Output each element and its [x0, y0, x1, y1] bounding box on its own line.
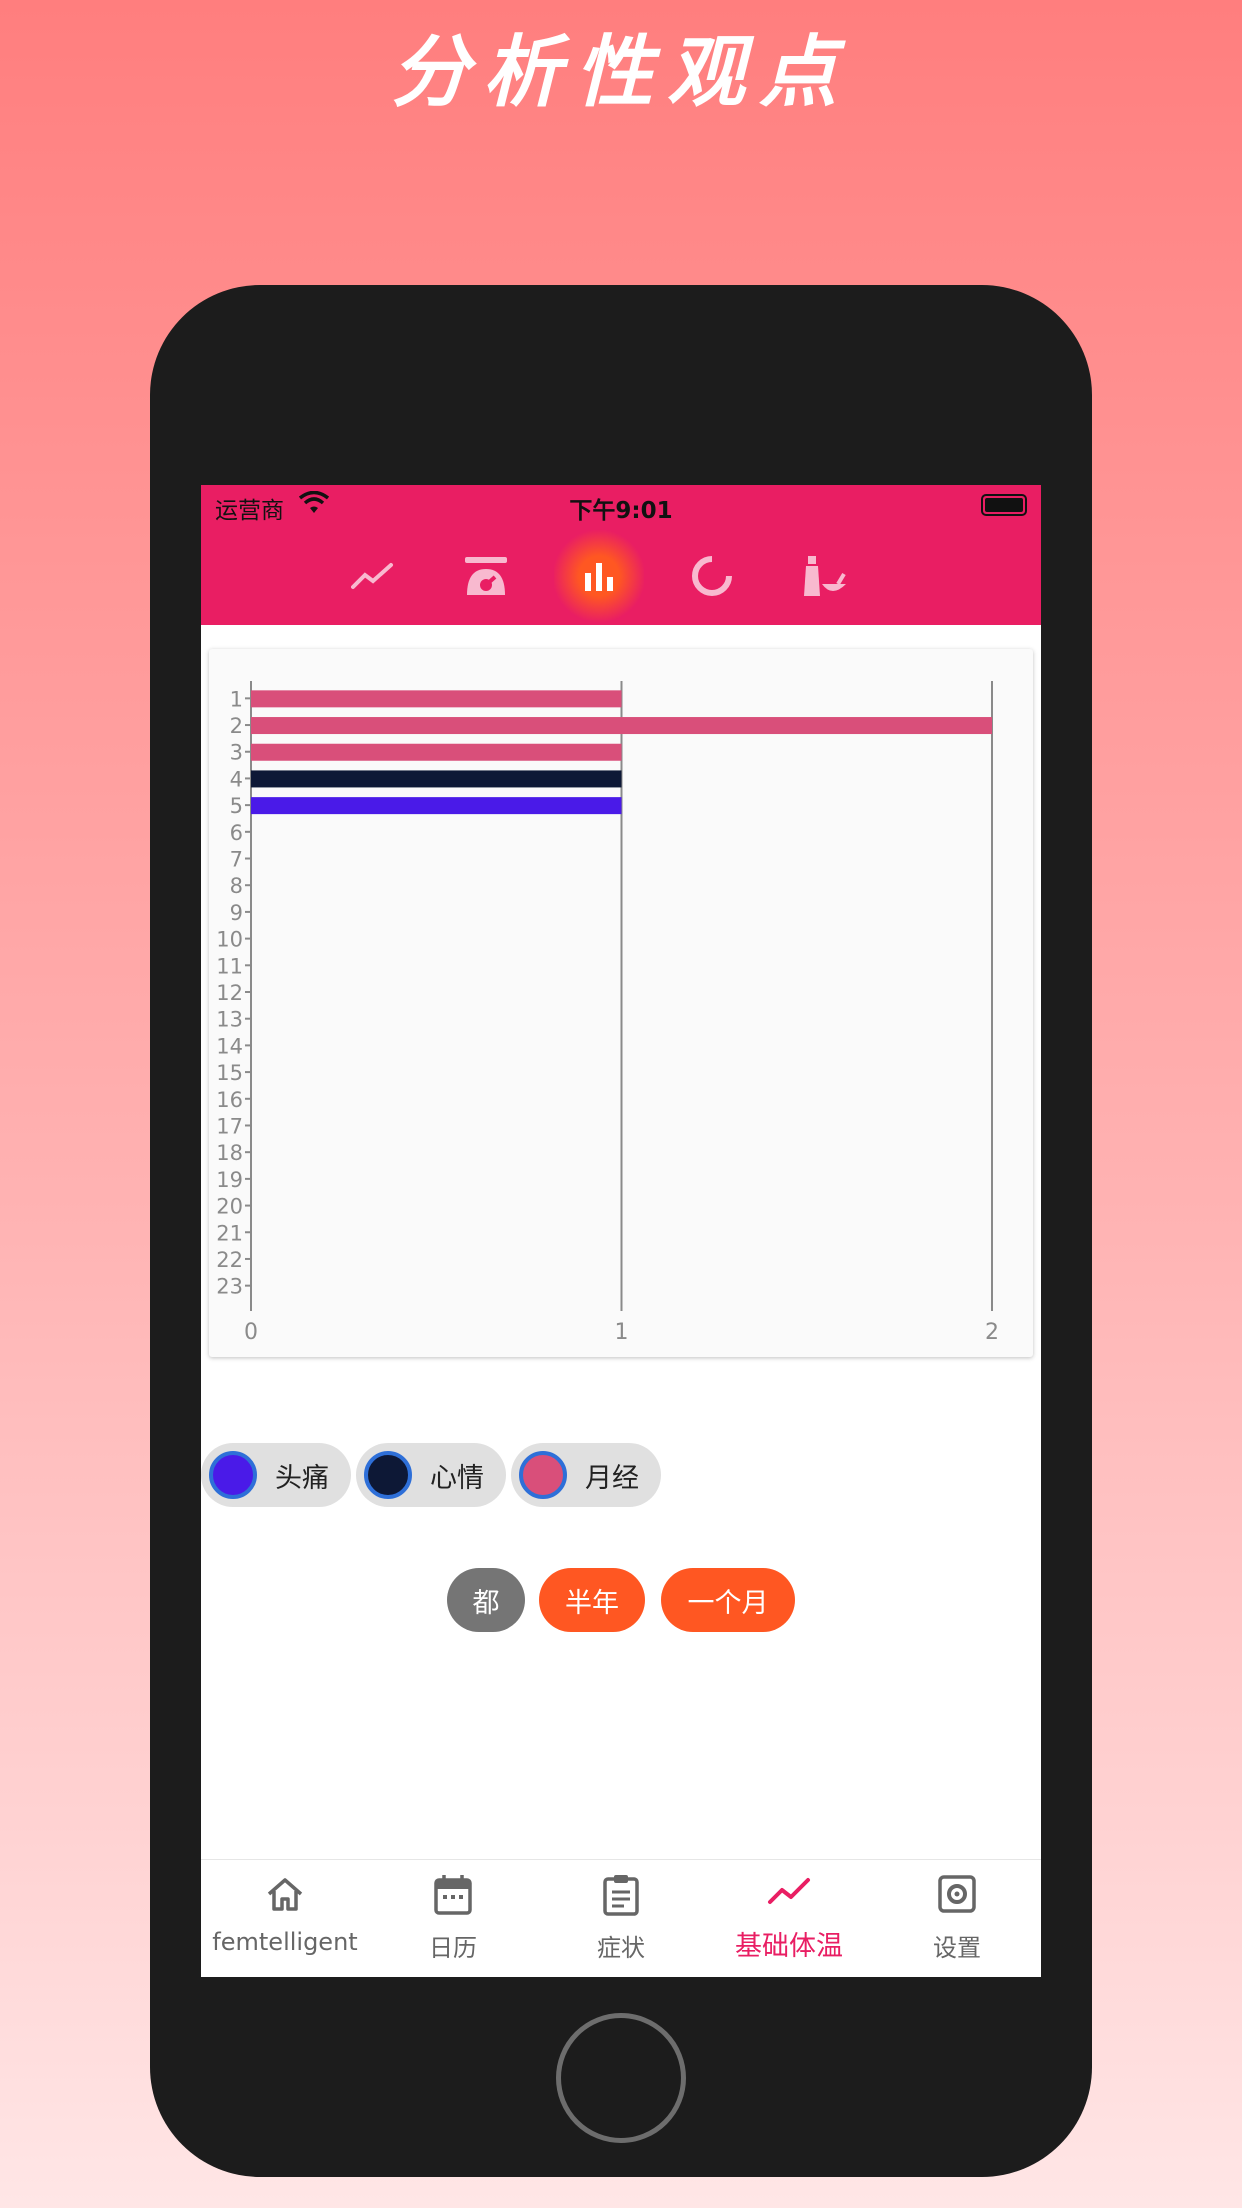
- nav-bbt[interactable]: 基础体温: [705, 1860, 873, 1977]
- chip-mood[interactable]: 心情: [356, 1443, 506, 1507]
- app-screen: 运营商 下午9:01 0121234567 8 9 10 11 12 13 14…: [201, 485, 1041, 1977]
- trend-icon: [768, 1878, 810, 1904]
- phone-frame: 运营商 下午9:01 0121234567 8 9 10 11 12 13 14…: [150, 285, 1092, 2177]
- calendar-icon: [434, 1875, 472, 1915]
- y-tick-label: 18: [216, 1141, 243, 1165]
- bar: [251, 690, 622, 708]
- chip-headache[interactable]: 头痛: [201, 1443, 351, 1507]
- y-tick-label: 5: [230, 794, 243, 818]
- bottom-nav: femtelligent 日历 症状 基础体温 设置: [201, 1859, 1041, 1977]
- y-tick-label: 23: [216, 1275, 243, 1299]
- chip-period[interactable]: 月经: [511, 1443, 661, 1507]
- tab-bottle[interactable]: [780, 527, 870, 625]
- y-tick-label: 14: [216, 1034, 243, 1058]
- bar: [251, 717, 992, 735]
- y-tick-label: 7: [230, 848, 243, 872]
- battery-icon: [981, 494, 1027, 516]
- y-tick-label: 17: [216, 1114, 243, 1138]
- bar: [251, 770, 622, 788]
- chip-label: 头痛: [275, 1462, 329, 1494]
- nav-calendar[interactable]: 日历: [369, 1860, 537, 1977]
- nav-settings-label: 设置: [933, 1934, 981, 1962]
- y-tick-label: 20: [216, 1195, 243, 1219]
- x-tick-label: 0: [244, 1320, 258, 1345]
- nav-symptoms-label: 症状: [597, 1934, 645, 1962]
- nav-home[interactable]: femtelligent: [201, 1860, 369, 1977]
- tab-bar-chart[interactable]: [554, 527, 644, 625]
- nav-calendar-label: 日历: [429, 1934, 477, 1962]
- bar-chart-icon: [585, 563, 613, 591]
- y-tick-label: 9: [230, 901, 243, 925]
- status-bar: 运营商 下午9:01: [201, 485, 1041, 527]
- clipboard-icon: [603, 1875, 639, 1916]
- y-tick-label: 1: [230, 687, 243, 711]
- range-all-button[interactable]: 都: [447, 1568, 525, 1632]
- nav-home-label: femtelligent: [212, 1928, 358, 1956]
- y-tick-label: 2: [230, 714, 243, 738]
- x-tick-label: 1: [615, 1320, 629, 1345]
- y-tick-label: 10: [216, 928, 243, 952]
- line-chart-icon: [351, 563, 393, 589]
- home-icon: [267, 1878, 303, 1911]
- donut-chart-icon: [692, 556, 732, 596]
- chip-label: 心情: [430, 1462, 484, 1494]
- y-tick-label: 15: [216, 1061, 243, 1085]
- settings-icon: [938, 1875, 976, 1913]
- x-tick-label: 2: [985, 1320, 999, 1345]
- range-half-year-button[interactable]: 半年: [539, 1568, 645, 1632]
- y-tick-label: 16: [216, 1088, 243, 1112]
- chip-color-dot: [209, 1451, 257, 1499]
- y-tick-label: 8: [230, 874, 243, 898]
- y-tick-label: 13: [216, 1008, 243, 1032]
- y-tick-label: 12: [216, 981, 243, 1005]
- status-time: 下午9:01: [569, 498, 673, 524]
- nav-bbt-label: 基础体温: [735, 1931, 843, 1962]
- chip-color-dot: [519, 1451, 567, 1499]
- bar-chart-card: 0 1 2 1 2 3 4 5 6 7 8 9 10 11 12 13 14 15 16 17 18 19 20 21 22 23: [209, 649, 1033, 1357]
- promo-title: 分析性观点: [390, 27, 851, 118]
- y-tick-label: 19: [216, 1168, 243, 1192]
- y-tick-label: 11: [216, 954, 243, 978]
- y-tick-label: 4: [230, 767, 243, 791]
- bottle-bowl-icon: [804, 556, 846, 596]
- tab-donut-chart[interactable]: [667, 527, 757, 625]
- bar: [251, 797, 622, 815]
- y-tick-label: 21: [216, 1221, 243, 1245]
- nav-settings[interactable]: 设置: [873, 1860, 1041, 1977]
- chip-color-dot: [364, 1451, 412, 1499]
- bar: [251, 743, 622, 761]
- bar-chart: 0 1 21234567891011121314151617181920212223: [216, 681, 999, 1345]
- y-tick-label: 3: [230, 741, 243, 765]
- range-one-month-button[interactable]: 一个月: [661, 1568, 795, 1632]
- y-tick-label: 22: [216, 1248, 243, 1272]
- tab-scale[interactable]: [441, 527, 531, 625]
- nav-symptoms[interactable]: 症状: [537, 1860, 705, 1977]
- analysis-tab-bar: [201, 527, 1041, 625]
- chip-label: 月经: [585, 1462, 639, 1494]
- tab-line-chart[interactable]: [328, 527, 418, 625]
- y-tick-label: 6: [230, 821, 243, 845]
- home-button[interactable]: [556, 2013, 686, 2143]
- scale-icon: [465, 557, 507, 595]
